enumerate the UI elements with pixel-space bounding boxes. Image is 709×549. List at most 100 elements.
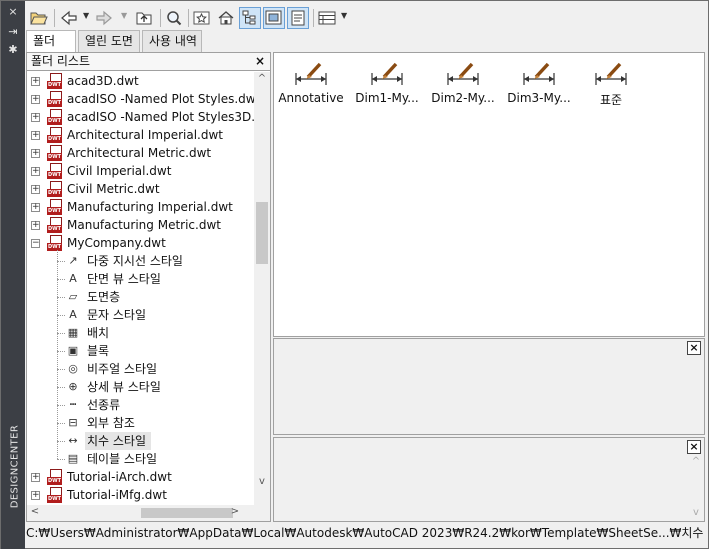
dimension-style-label: Dim2-My... [431,91,495,105]
text-style-icon: A [69,308,77,321]
dimension-style-icon [371,62,403,85]
dimension-style-item[interactable]: 표준 [574,61,648,108]
tree-item-file[interactable]: MyCompany.dwt [27,234,254,252]
views-dropdown-icon[interactable]: ▼ [341,11,347,20]
scroll-up-icon[interactable]: ^ [256,73,268,84]
tab-folders[interactable]: 폴더 [26,30,76,53]
tree-item-label: 테이블 스타일 [87,452,158,466]
preview-panel: × [273,338,705,435]
tree-vertical-scrollbar[interactable]: ^ v [254,72,270,505]
tree-item-label: 다중 지시선 스타일 [87,254,183,268]
tree-item-file[interactable]: Architectural Imperial.dwt [27,126,254,144]
views-icon[interactable] [316,7,338,29]
tree-item-table-style[interactable]: 테이블 스타일 [85,450,245,468]
scroll-left-icon[interactable]: < [29,506,41,517]
tree-item-label: 배치 [87,326,110,340]
tree-item-section-view-style[interactable]: 단면 뷰 스타일 [85,270,245,288]
tree-item-label: Architectural Imperial.dwt [67,128,223,142]
tree-item-label: 상세 뷰 스타일 [87,380,161,394]
tree-item-linetype[interactable]: 선종류 [85,396,245,414]
tree-item-label: 도면층 [87,290,121,304]
close-icon[interactable]: × [687,440,701,454]
back-dropdown-icon[interactable]: ▼ [83,11,89,20]
folder-list-header: 폴더 리스트 × [27,53,270,71]
tree-item-label: Civil Metric.dwt [67,182,160,196]
up-icon[interactable] [134,7,156,29]
tree-item-layer[interactable]: 도면층 [85,288,245,306]
description-icon[interactable] [287,7,309,29]
layer-icon: ▱ [68,290,78,303]
tree-item-label: Manufacturing Metric.dwt [67,218,221,232]
tree-item-label: 치수 스타일 [87,434,147,448]
tree-item-file[interactable]: Tutorial-iMfg.dwt [27,486,254,504]
table-style-icon: ▤ [67,452,79,465]
tab-history[interactable]: 사용 내역 [142,30,202,52]
tree-item-text-style[interactable]: 문자 스타일 [85,306,245,324]
scroll-thumb[interactable] [256,202,268,264]
forward-icon[interactable] [93,7,115,29]
dimension-style-item[interactable]: Dim3-My... [502,61,576,105]
close-icon[interactable]: × [253,54,267,68]
close-icon[interactable]: × [687,341,701,355]
tree-item-label: 선종류 [87,398,121,412]
folder-list-panel: 폴더 리스트 × + DWT acad3D.dwt + DWT acadISO -Name… [26,52,271,522]
tree-item-label: MyCompany.dwt [67,236,166,250]
tree-item-file[interactable]: Civil Imperial.dwt [27,162,254,180]
designcenter-window: × ⇥ ✱ DESIGNCENTER ▼ ▼ ▼ 폴더 열린 도면 사용 내역 … [0,0,709,549]
tree-item-label: 단면 뷰 스타일 [87,272,161,286]
open-folder-icon[interactable] [28,7,50,29]
tree-item-label: 블록 [87,344,110,358]
palette-title-strip[interactable]: × ⇥ ✱ DESIGNCENTER [1,1,25,549]
tree-item-layout[interactable]: 배치 [85,324,245,342]
tree-item-label: Manufacturing Imperial.dwt [67,200,233,214]
dimension-style-item[interactable]: Dim1-My... [350,61,424,105]
tree-item-multileader-style[interactable]: 다중 지시선 스타일 [85,252,245,270]
tree-item-file[interactable]: Manufacturing Imperial.dwt [27,198,254,216]
scroll-right-icon[interactable]: > [229,506,241,517]
tree-item-file[interactable]: acad3D.dwt [27,72,254,90]
dimension-style-label: Dim3-My... [507,91,571,105]
tree-item-label: Civil Imperial.dwt [67,164,172,178]
tree-item-label: acadISO -Named Plot Styles3D.dw [67,110,254,124]
scroll-down-icon[interactable]: v [690,507,702,518]
toolbar: ▼ ▼ ▼ [26,5,706,31]
forward-dropdown-icon[interactable]: ▼ [121,11,127,20]
auto-hide-icon[interactable]: ⇥ [5,25,21,39]
scroll-up-icon[interactable]: ^ [690,456,702,467]
tree-item-block[interactable]: 블록 [85,342,245,360]
tree-item-xref[interactable]: 외부 참조 [85,414,245,432]
tree-item-visual-style[interactable]: 비주얼 스타일 [85,360,245,378]
dimension-style-item[interactable]: Annotative [274,61,348,105]
home-icon[interactable] [215,7,237,29]
dimension-style-item[interactable]: Dim2-My... [426,61,500,105]
tree-item-label: acadISO -Named Plot Styles.dwt [67,92,254,106]
close-icon[interactable]: × [5,5,21,19]
tree-item-file[interactable]: Architectural Metric.dwt [27,144,254,162]
preview-icon[interactable] [263,7,285,29]
tree-item-dimension-style[interactable]: 치수 스타일 [85,432,151,450]
tree-horizontal-scrollbar[interactable]: < > [27,505,270,521]
tree-item-label: 문자 스타일 [87,308,147,322]
scroll-down-icon[interactable]: v [256,476,268,487]
description-panel: × ^ v [273,437,705,522]
tree-item-file[interactable]: Civil Metric.dwt [27,180,254,198]
tree-item-file[interactable]: acadISO -Named Plot Styles3D.dw [27,108,254,126]
tree-item-file[interactable]: Tutorial-iArch.dwt [27,468,254,486]
palette-title: DESIGNCENTER [9,424,21,509]
scroll-thumb[interactable] [141,508,233,518]
dimension-style-icon: ↔ [68,434,78,447]
back-icon[interactable] [58,7,80,29]
tree-item-detail-view-style[interactable]: 상세 뷰 스타일 [85,378,245,396]
dimension-style-label: Dim1-My... [355,91,419,105]
status-path: C:₩Users₩Administrator₩AppData₩Local₩Aut… [26,526,706,540]
properties-icon[interactable]: ✱ [5,43,21,57]
description-scrollbar[interactable]: ^ v [689,456,703,518]
tree-toggle-icon[interactable] [239,7,261,29]
tab-open-drawings[interactable]: 열린 도면 [78,30,140,52]
search-icon[interactable] [163,7,185,29]
tree-item-label: 비주얼 스타일 [87,362,158,376]
xref-icon: ⊟ [68,416,78,429]
tree-item-file[interactable]: Manufacturing Metric.dwt [27,216,254,234]
tree-item-file[interactable]: acadISO -Named Plot Styles.dwt [27,90,254,108]
favorites-icon[interactable] [191,7,213,29]
